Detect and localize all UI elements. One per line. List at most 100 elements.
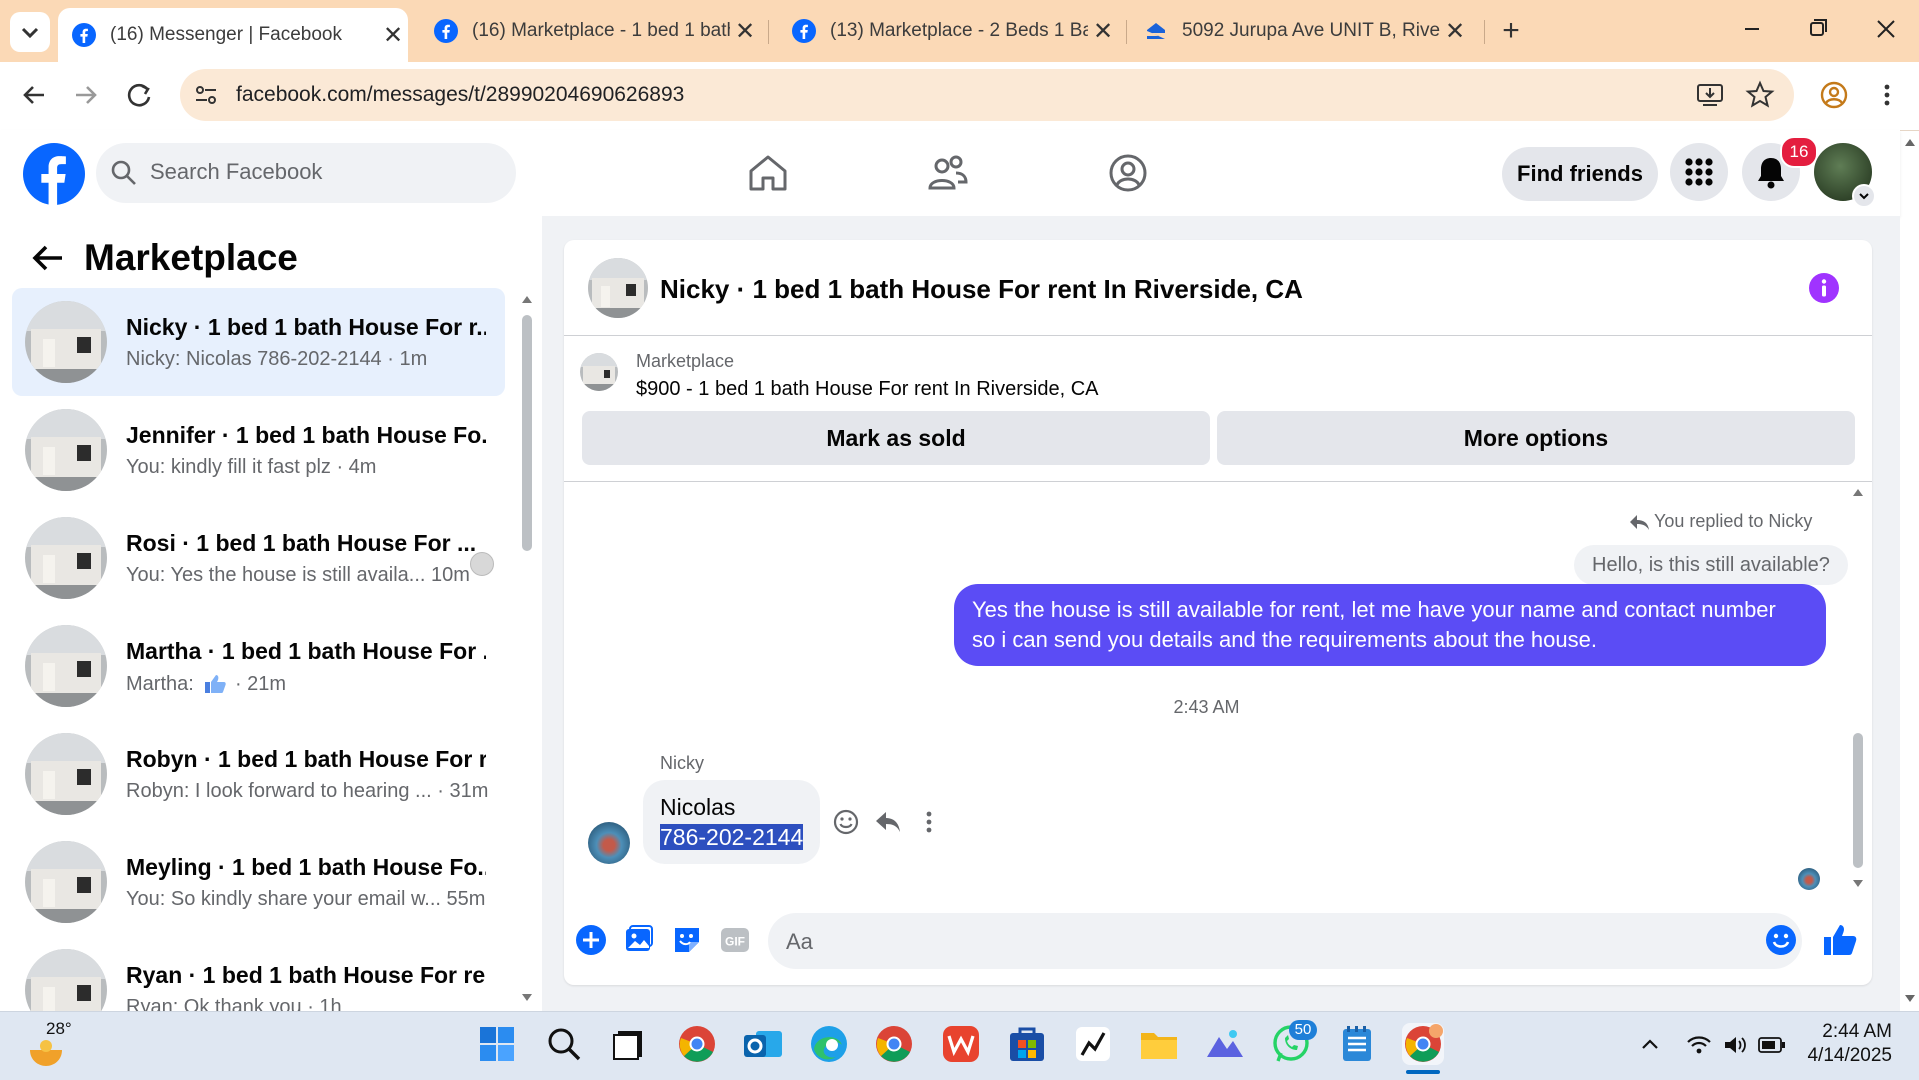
arrow-left-icon: [23, 86, 44, 104]
chat-title[interactable]: Nicky · 1 bed 1 bath House For rent In R…: [660, 274, 1303, 305]
taskbar-outlook-app[interactable]: [742, 1023, 784, 1065]
minimize-button[interactable]: [1732, 12, 1772, 46]
more-options-button[interactable]: More options: [1217, 411, 1855, 465]
tab-messenger[interactable]: (16) Messenger | Facebook ✕: [58, 8, 408, 62]
show-hidden-icons-button[interactable]: [1640, 1035, 1660, 1055]
taskbar-wps-office-app[interactable]: [940, 1023, 982, 1065]
browser-menu-button[interactable]: [1874, 80, 1900, 110]
emoji-button[interactable]: [1765, 924, 1797, 956]
chat-listing-avatar[interactable]: [588, 258, 648, 318]
site-info-button[interactable]: [192, 81, 220, 109]
menu-button[interactable]: [1670, 143, 1728, 201]
tab-marketplace-1[interactable]: (16) Marketplace - 1 bed 1 bath ✕: [420, 10, 760, 52]
conversation-item[interactable]: Rosi · 1 bed 1 bath House For ... You: Y…: [12, 504, 505, 612]
sender-avatar[interactable]: [588, 822, 630, 864]
close-tab-icon[interactable]: ✕: [378, 21, 408, 50]
more-actions-button[interactable]: [575, 924, 607, 956]
tab-search-button[interactable]: [10, 12, 50, 52]
tab-marketplace-2[interactable]: (13) Marketplace - 2 Beds 1 Bat ✕: [778, 10, 1118, 52]
arrow-left-icon: [32, 245, 62, 271]
mark-as-sold-button[interactable]: Mark as sold: [582, 411, 1210, 465]
nav-groups[interactable]: [1106, 152, 1150, 194]
react-button[interactable]: [832, 808, 860, 836]
account-menu-button[interactable]: [1852, 184, 1876, 208]
conversation-info-button[interactable]: [1808, 272, 1840, 304]
tab-title: 5092 Jurupa Ave UNIT B, Riversi: [1182, 20, 1440, 41]
taskbar-task-view-button[interactable]: [608, 1023, 650, 1065]
taskbar-edge-app[interactable]: [808, 1023, 850, 1065]
bookmark-button[interactable]: [1744, 80, 1776, 110]
volume-icon[interactable]: [1722, 1034, 1748, 1056]
facebook-favicon-icon: [72, 23, 96, 47]
conversation-item[interactable]: Ryan · 1 bed 1 bath House For re... Ryan…: [12, 936, 505, 1011]
nav-friends[interactable]: [926, 152, 970, 194]
taskbar-file-explorer-app[interactable]: [1138, 1023, 1180, 1065]
conversation-item[interactable]: Jennifer · 1 bed 1 bath House Fo... You:…: [12, 396, 505, 504]
conversation-item[interactable]: Meyling · 1 bed 1 bath House Fo... You: …: [12, 828, 505, 936]
conversation-item[interactable]: Nicky · 1 bed 1 bath House For r... Nick…: [12, 288, 505, 396]
search-input[interactable]: Search Facebook: [150, 159, 322, 185]
tab-separator: [1484, 20, 1485, 44]
forward-button[interactable]: [66, 78, 106, 112]
page-scroll-up-arrow[interactable]: [1903, 135, 1917, 149]
find-friends-button[interactable]: Find friends: [1502, 147, 1658, 201]
taskbar-chrome-active-app[interactable]: [1402, 1023, 1444, 1065]
preview-sender: Martha:: [126, 673, 194, 695]
restore-button[interactable]: [1798, 12, 1838, 46]
weather-widget[interactable]: [26, 1038, 66, 1068]
message-timestamp: 2:43 AM: [1173, 697, 1240, 717]
conversation-item[interactable]: Robyn · 1 bed 1 bath House For r... Roby…: [12, 720, 505, 828]
taskbar-search-button[interactable]: [543, 1023, 585, 1065]
taskbar-photos-app[interactable]: [1204, 1023, 1246, 1065]
conversation-item[interactable]: Martha · 1 bed 1 bath House For ... Mart…: [12, 612, 505, 720]
nav-home[interactable]: [746, 152, 790, 194]
listing-thumbnail[interactable]: [580, 353, 618, 391]
taskbar-stocks-app[interactable]: [1072, 1023, 1114, 1065]
taskbar-chrome-app[interactable]: [873, 1023, 915, 1065]
profile-button[interactable]: [1818, 80, 1850, 110]
scroll-up-arrow[interactable]: [521, 293, 533, 305]
facebook-logo[interactable]: [23, 143, 85, 205]
listing-title[interactable]: $900 - 1 bed 1 bath House For rent In Ri…: [636, 378, 1098, 401]
tab-zillow-listing[interactable]: 5092 Jurupa Ave UNIT B, Riversi ✕: [1130, 10, 1470, 52]
close-tab-icon[interactable]: ✕: [1440, 17, 1470, 46]
back-button[interactable]: [14, 78, 54, 112]
list-scrollbar[interactable]: [522, 315, 532, 551]
sticker-button[interactable]: [671, 924, 703, 956]
install-app-button[interactable]: [1694, 80, 1726, 110]
chat-scroll-up-arrow[interactable]: [1852, 486, 1864, 498]
back-to-marketplace-button[interactable]: [28, 238, 68, 278]
header-divider: [564, 335, 1872, 336]
selected-phone-number[interactable]: 786-202-2144: [660, 824, 804, 850]
message-input[interactable]: [768, 913, 1802, 969]
wifi-icon[interactable]: [1686, 1034, 1712, 1056]
message-more-button[interactable]: [918, 808, 940, 836]
gif-button[interactable]: GIF: [719, 924, 751, 956]
taskbar-chrome-profile-app[interactable]: [676, 1023, 718, 1065]
url-text[interactable]: facebook.com/messages/t/2899020469062689…: [236, 83, 684, 107]
new-tab-button[interactable]: +: [1494, 14, 1528, 48]
received-message-bubble[interactable]: Nicolas 786-202-2144: [643, 780, 821, 864]
battery-icon[interactable]: [1758, 1036, 1786, 1054]
tab-separator: [1126, 20, 1127, 44]
close-tab-icon[interactable]: ✕: [730, 17, 760, 46]
taskbar-store-app[interactable]: [1006, 1023, 1048, 1065]
send-like-button[interactable]: [1822, 922, 1858, 958]
system-clock[interactable]: 2:44 AM 4/14/2025: [1790, 1020, 1892, 1068]
taskbar-start-button[interactable]: [476, 1023, 518, 1065]
quoted-message[interactable]: Hello, is this still available?: [1574, 545, 1848, 585]
attach-photo-button[interactable]: [623, 924, 655, 956]
search-icon: [110, 159, 138, 187]
close-tab-icon[interactable]: ✕: [1088, 17, 1118, 46]
notepad-icon: [1343, 1026, 1371, 1061]
taskbar-notepad-app[interactable]: [1336, 1023, 1378, 1065]
scroll-down-arrow[interactable]: [521, 992, 533, 1004]
chat-scroll-down-arrow[interactable]: [1852, 878, 1864, 890]
reply-button[interactable]: [874, 808, 902, 836]
gif-icon: GIF: [721, 928, 749, 952]
chat-scrollbar[interactable]: [1853, 733, 1863, 868]
close-window-button[interactable]: [1866, 12, 1906, 46]
reload-button[interactable]: [120, 78, 160, 112]
page-scroll-down-arrow[interactable]: [1903, 992, 1917, 1006]
sent-message-bubble[interactable]: Yes the house is still available for ren…: [954, 584, 1826, 666]
